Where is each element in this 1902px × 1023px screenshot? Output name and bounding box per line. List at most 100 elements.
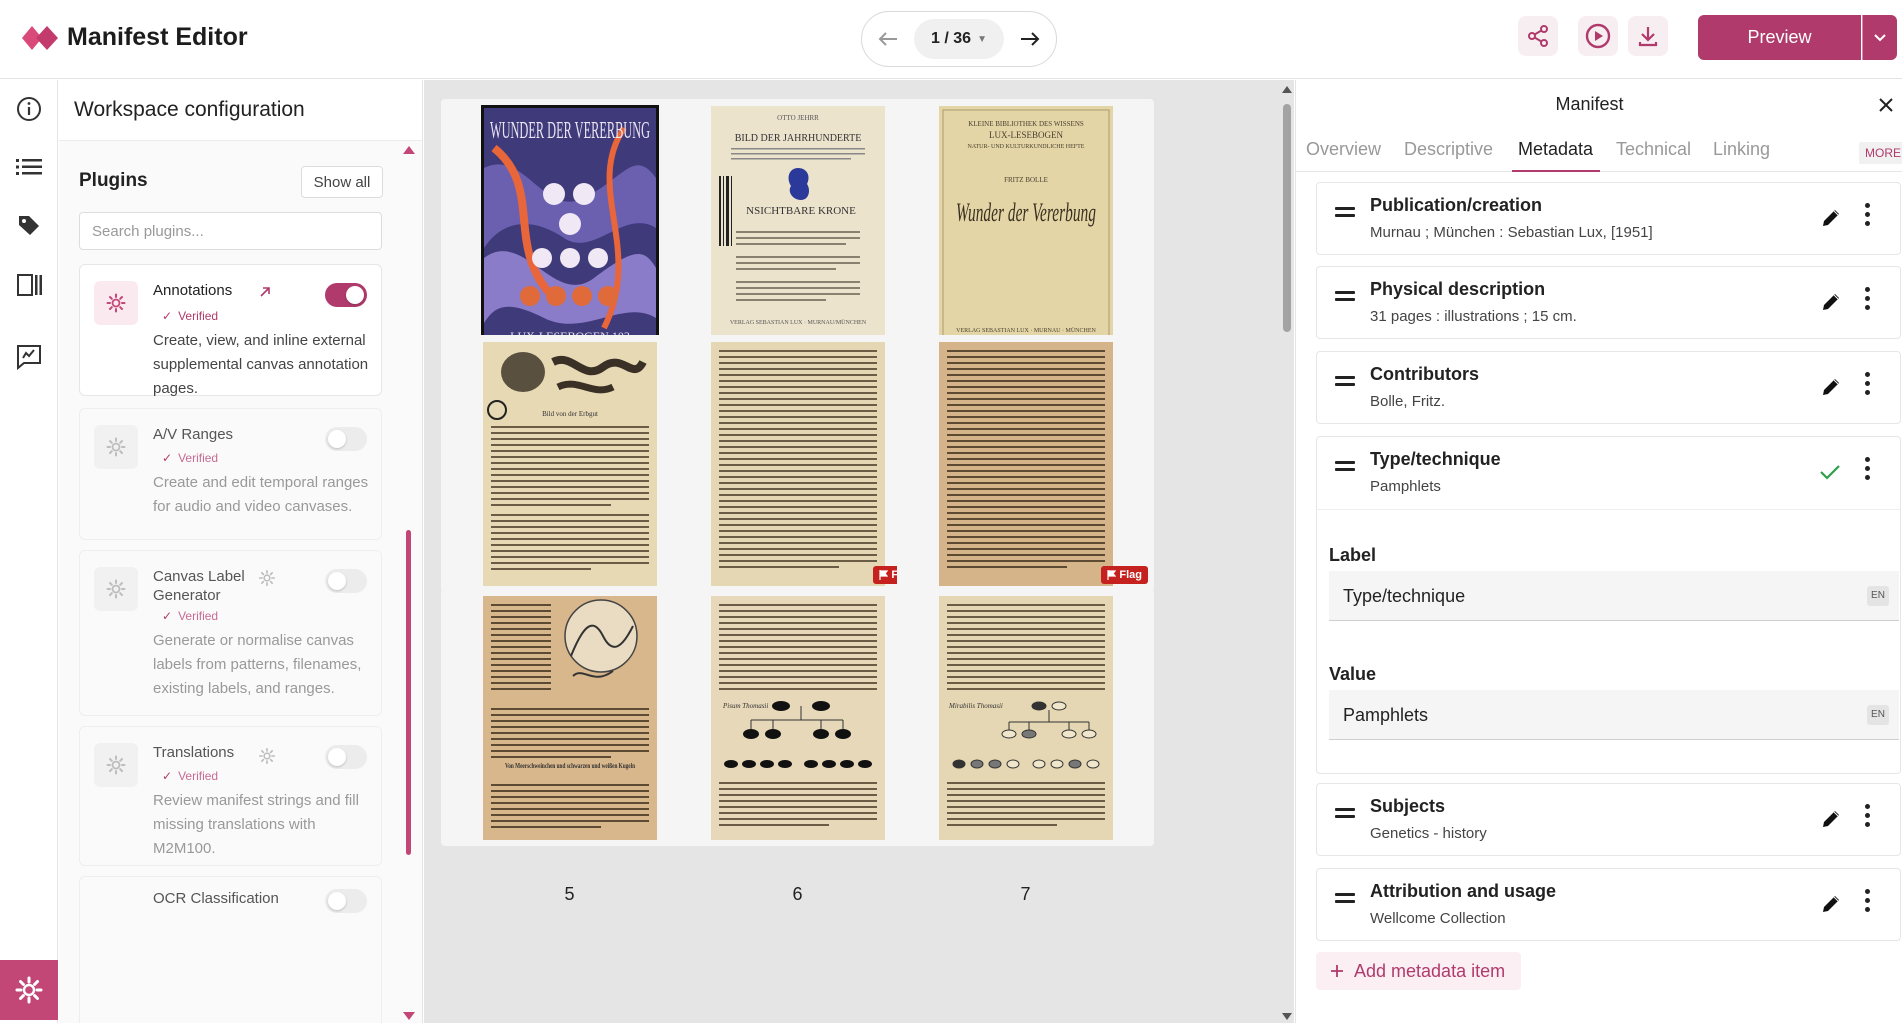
plugin-settings-icon[interactable] xyxy=(258,747,276,765)
metadata-item[interactable]: Physical description 31 pages : illustra… xyxy=(1316,266,1901,339)
workspace-scrollbar[interactable] xyxy=(406,530,411,855)
verified-badge: ✓ Verified xyxy=(162,451,219,465)
scroll-up-icon[interactable] xyxy=(1282,86,1292,93)
settings-button[interactable] xyxy=(0,960,58,1020)
info-icon[interactable] xyxy=(14,94,44,124)
page-title-text: BILD DER JAHRHUNDERTE xyxy=(734,133,861,144)
verified-badge: ✓ Verified xyxy=(162,309,219,323)
canvas-thumbnail[interactable]: Bild von der Erbgut xyxy=(441,335,698,592)
arrow-right-icon xyxy=(1021,32,1040,46)
more-vertical-icon[interactable] xyxy=(1865,804,1871,831)
scroll-down-icon[interactable] xyxy=(1282,1013,1292,1020)
check-icon[interactable] xyxy=(1819,463,1841,481)
close-icon[interactable] xyxy=(1879,92,1893,118)
canvas-thumbnail[interactable]: Von Meerschweinchen und schwarzen und we… xyxy=(441,589,698,846)
pencil-icon[interactable] xyxy=(1820,808,1842,830)
metadata-label: Contributors xyxy=(1370,364,1479,384)
open-external-icon[interactable] xyxy=(258,285,272,299)
plugin-card-av-ranges[interactable]: A/V Ranges ✓ Verified Create and edit tem… xyxy=(79,408,382,540)
tab-descriptive[interactable]: Descriptive xyxy=(1404,139,1493,160)
tag-icon[interactable] xyxy=(14,210,44,240)
canvas-thumbnail[interactable]: Mirabilis Thomasii xyxy=(897,589,1154,846)
scroll-up-icon[interactable] xyxy=(403,146,415,154)
more-vertical-icon[interactable] xyxy=(1865,889,1871,916)
pencil-icon[interactable] xyxy=(1820,207,1842,229)
plugin-gear-icon xyxy=(94,567,138,611)
drag-handle-icon[interactable] xyxy=(1335,376,1355,390)
pencil-icon[interactable] xyxy=(1820,376,1842,398)
plugin-toggle[interactable] xyxy=(325,745,367,769)
canvas-thumbnail[interactable]: Flag xyxy=(897,335,1154,592)
plugin-card-translations[interactable]: Translations ✓ Verified Review manifest s… xyxy=(79,726,382,866)
language-badge[interactable]: EN xyxy=(1867,586,1889,606)
show-all-button[interactable]: Show all xyxy=(301,166,383,198)
add-metadata-item-button[interactable]: Add metadata item xyxy=(1316,952,1522,990)
pencil-icon[interactable] xyxy=(1820,291,1842,313)
metadata-item[interactable]: Publication/creation Murnau ; München : … xyxy=(1316,182,1901,255)
more-tabs-button[interactable]: MORE xyxy=(1859,142,1902,164)
language-badge[interactable]: EN xyxy=(1867,705,1889,725)
metadata-item[interactable]: Attribution and usage Wellcome Collectio… xyxy=(1316,868,1901,941)
plugin-toggle[interactable] xyxy=(325,889,367,913)
page-script-title: Wunder der Vererbung xyxy=(956,198,1096,227)
canvas-grid-scrollbar[interactable] xyxy=(1283,104,1291,332)
next-canvas-button[interactable] xyxy=(1004,11,1056,67)
canvas-thumbnail[interactable]: Flag xyxy=(669,335,926,592)
figure-caption: Mirabilis Thomasii xyxy=(948,702,1003,710)
value-input[interactable]: Pamphlets EN xyxy=(1329,690,1899,740)
list-icon[interactable] xyxy=(14,152,44,182)
value-field-title: Value xyxy=(1329,664,1377,684)
drag-handle-icon[interactable] xyxy=(1335,808,1355,822)
annotation-feedback-icon[interactable] xyxy=(14,342,44,372)
plugin-description: Generate or normalise canvas labels from… xyxy=(153,632,362,697)
more-vertical-icon[interactable] xyxy=(1865,203,1871,230)
play-button[interactable] xyxy=(1578,16,1618,56)
pencil-icon[interactable] xyxy=(1820,893,1842,915)
canvas-grid: WUNDER DER VERERBUNG LUX-LESEBOGEN 103 -… xyxy=(424,80,1294,1023)
drag-handle-icon[interactable] xyxy=(1335,291,1355,305)
plugin-toggle[interactable] xyxy=(325,427,367,451)
canvas-thumbnail[interactable]: OTTO JEHRR BILD DER JAHRHUNDERTE NSICHTB… xyxy=(669,99,926,356)
canvas-thumbnail[interactable]: Pisum Thomasii xyxy=(669,589,926,846)
flag-badge[interactable]: Flag xyxy=(1101,566,1148,584)
plugin-card-annotations[interactable]: Annotations ✓ Verified Create, view, and … xyxy=(79,264,382,397)
more-vertical-icon[interactable] xyxy=(1865,372,1871,399)
scroll-down-icon[interactable] xyxy=(403,1012,415,1020)
plugin-card-ocr-classification[interactable]: OCR Classification xyxy=(79,876,382,1023)
metadata-item-header[interactable]: Type/technique Pamphlets xyxy=(1317,437,1900,510)
page-select[interactable]: 1 / 36 ▼ xyxy=(914,19,1004,59)
canvas-thumbnail[interactable]: WUNDER DER VERERBUNG LUX-LESEBOGEN 103 xyxy=(441,99,698,356)
drag-handle-icon[interactable] xyxy=(1335,461,1355,475)
tab-overview[interactable]: Overview xyxy=(1306,139,1381,160)
preview-dropdown-button[interactable] xyxy=(1862,15,1897,60)
metadata-item[interactable]: Subjects Genetics - history xyxy=(1316,783,1901,856)
figure-caption: Pisum Thomasii xyxy=(722,702,768,710)
tab-linking[interactable]: Linking xyxy=(1713,139,1770,160)
gear-icon xyxy=(15,976,43,1004)
canvas-thumbnail[interactable]: KLEINE BIBLIOTHEK DES WISSENS LUX-LESEBO… xyxy=(897,99,1154,356)
tab-technical[interactable]: Technical xyxy=(1616,139,1691,160)
page-header-text: KLEINE BIBLIOTHEK DES WISSENS xyxy=(968,120,1084,128)
plugin-settings-icon[interactable] xyxy=(258,569,276,587)
active-tab-indicator xyxy=(1512,170,1600,172)
drag-handle-icon[interactable] xyxy=(1335,207,1355,221)
manifest-tabs: Overview Descriptive Metadata Technical … xyxy=(1296,130,1902,172)
page-image: OTTO JEHRR BILD DER JAHRHUNDERTE NSICHTB… xyxy=(710,105,885,350)
canvas-panel-icon[interactable] xyxy=(14,270,44,300)
plugin-toggle[interactable] xyxy=(325,569,367,593)
label-input[interactable]: Type/technique EN xyxy=(1329,571,1899,621)
drag-handle-icon[interactable] xyxy=(1335,893,1355,907)
workspace-header: Workspace configuration xyxy=(59,80,422,141)
share-button[interactable] xyxy=(1518,16,1558,56)
search-plugins-input[interactable] xyxy=(79,212,382,250)
download-button[interactable] xyxy=(1628,16,1668,56)
more-vertical-icon[interactable] xyxy=(1865,457,1871,484)
plugin-toggle[interactable] xyxy=(325,283,367,307)
metadata-item[interactable]: Contributors Bolle, Fritz. xyxy=(1316,351,1901,424)
preview-button[interactable]: Preview xyxy=(1698,15,1861,60)
app-logo-icon xyxy=(22,26,58,50)
more-vertical-icon[interactable] xyxy=(1865,287,1871,314)
plugin-card-canvas-label-generator[interactable]: Canvas Label Generator ✓ Verified Generat… xyxy=(79,550,382,716)
tab-metadata[interactable]: Metadata xyxy=(1518,139,1593,160)
previous-canvas-button[interactable] xyxy=(862,11,914,67)
